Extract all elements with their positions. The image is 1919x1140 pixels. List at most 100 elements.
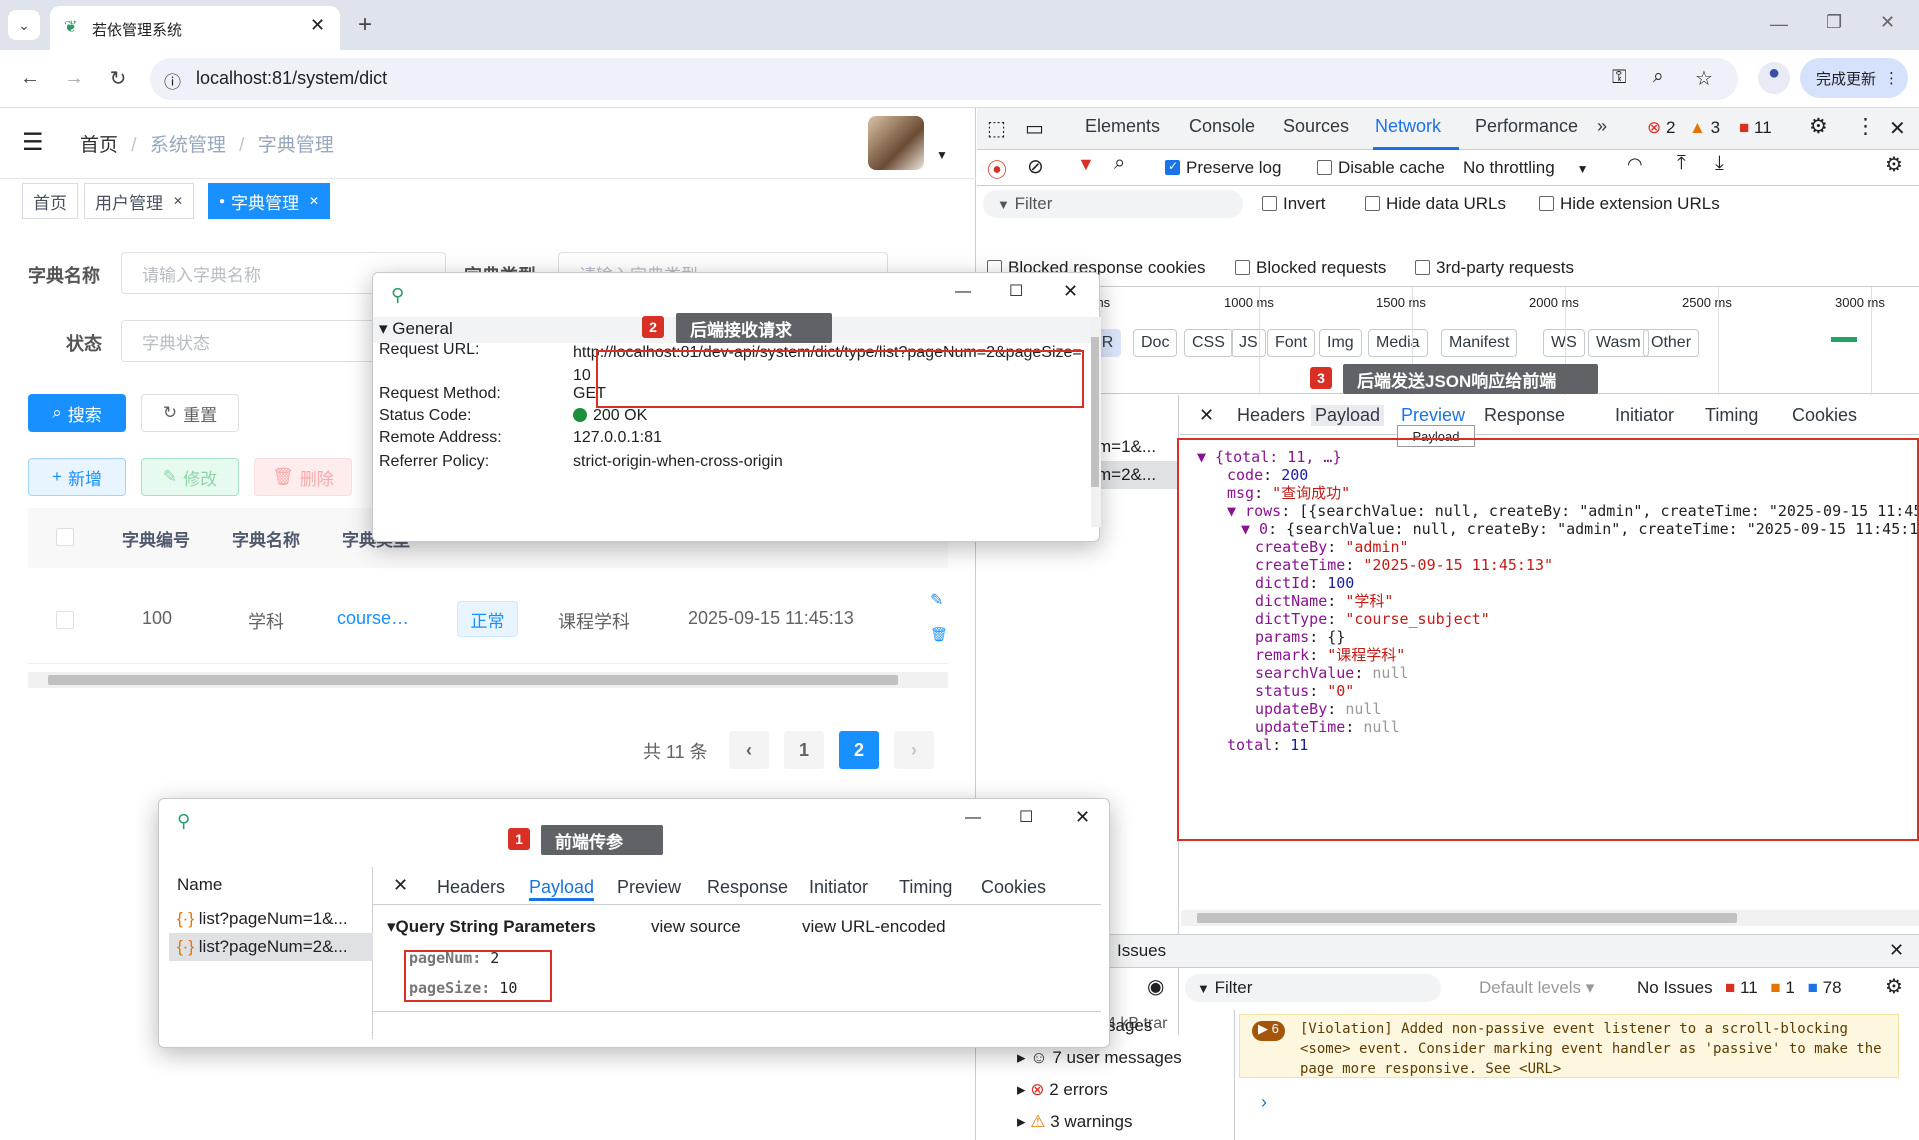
key-icon[interactable]: ⚿ [1612,67,1626,89]
sidebar-errors[interactable]: ▸ ⊗ 2 errors [1017,1080,1108,1100]
tag-home[interactable]: 首页 [22,183,78,219]
select-all-checkbox[interactable] [56,528,74,546]
import-icon[interactable]: ⤒ [1677,152,1686,175]
tag-close-icon[interactable]: ✕ [173,194,183,208]
pin-icon[interactable]: ⚲ [177,811,190,832]
win-close-icon[interactable]: ✕ [1075,807,1090,828]
sidebar-user-messages[interactable]: ▸ ☺ 7 user messages [1017,1048,1182,1068]
caret-down-icon[interactable]: ▼ [936,148,948,162]
no-issues[interactable]: No Issues [1637,978,1713,998]
reload-icon[interactable]: ↻ [102,62,134,94]
forward-icon[interactable]: → [58,62,90,94]
export-icon[interactable]: ⤓ [1715,152,1724,175]
console-prompt-icon[interactable]: › [1261,1092,1267,1113]
tab-close-icon[interactable]: ✕ [310,15,325,36]
detail-tab-timing[interactable]: Timing [1705,405,1758,426]
tab-elements[interactable]: Elements [1085,116,1160,137]
network-settings-icon[interactable]: ⚙ [1885,152,1903,177]
search-icon[interactable]: ⌕ [1114,152,1125,175]
detail-tab-payload[interactable]: Payload [529,877,595,901]
device-toggle-icon[interactable]: ▭ [1025,116,1044,141]
sidebar-messages[interactable]: sages [1107,1016,1152,1036]
page-2-button[interactable]: 2 [839,731,879,769]
window-close-icon[interactable]: ✕ [1880,12,1895,33]
request-row[interactable]: {·} list?pageNum=1&... [169,905,373,933]
wifi-icon[interactable]: ◠ [1627,154,1643,175]
view-url-encoded-link[interactable]: view URL-encoded [802,917,946,937]
detail-tab-preview[interactable]: Preview [617,877,681,898]
blocked-requests-checkbox[interactable]: Blocked requests [1235,258,1386,278]
console-settings-icon[interactable]: ⚙ [1885,974,1903,999]
tag-dict[interactable]: ● 字典管理 ✕ [208,183,331,219]
breadcrumb-home[interactable]: 首页 [80,135,118,156]
tag-close-icon[interactable]: ✕ [309,194,319,208]
query-section-header[interactable]: ▾Query String Parameters [387,917,596,937]
detail-tab-headers[interactable]: Headers [437,877,505,898]
table-scrollbar[interactable] [28,672,948,688]
warning-count[interactable]: ▲ 3 [1689,118,1720,138]
new-tab-icon[interactable]: + [350,10,380,40]
detail-tab-initiator[interactable]: Initiator [809,877,868,898]
search-button[interactable]: ⌕ 搜索 [28,394,126,432]
page-1-button[interactable]: 1 [784,731,824,769]
detail-tab-cookies[interactable]: Cookies [1792,405,1857,426]
detail-tab-payload[interactable]: Payload [1311,405,1385,426]
profile-avatar[interactable]: ● [1758,62,1790,94]
inspect-icon[interactable]: ⬚ [987,116,1006,141]
detail-tab-response[interactable]: Response [1484,405,1565,426]
issue-count[interactable]: ■ 11 [1739,118,1772,138]
reset-button[interactable]: ↻ 重置 [141,394,239,432]
win-minimize-icon[interactable]: — [965,809,981,827]
tab-sources[interactable]: Sources [1283,116,1349,137]
preview-scrollbar[interactable] [1181,910,1919,926]
detail-close-icon[interactable]: ✕ [1199,405,1214,426]
win-close-icon[interactable]: ✕ [1063,281,1078,302]
tab-performance[interactable]: Performance [1475,116,1578,137]
next-page-button[interactable]: › [894,731,934,769]
issue-counts[interactable]: ■ 11 ■ 1 ■ 78 [1725,978,1842,998]
win-maximize-icon[interactable]: ☐ [1019,807,1033,827]
bookmark-star-icon[interactable]: ☆ [1695,66,1713,91]
tab-network[interactable]: Network [1375,116,1441,137]
throttle-select[interactable]: No throttling ▼ [1463,158,1589,178]
browser-tab[interactable]: ❦ 若依管理系统 ✕ [50,6,340,50]
console-filter-input[interactable]: ▼ Filter [1185,974,1441,1002]
breadcrumb-system[interactable]: 系统管理 [150,135,226,156]
detail-tab-headers[interactable]: Headers [1237,405,1305,426]
win-scrollbar[interactable] [1091,317,1101,527]
row-checkbox[interactable] [56,611,74,629]
detail-tab-response[interactable]: Response [707,877,788,898]
row-edit-icon[interactable]: ✎ [930,590,943,610]
hamburger-icon[interactable]: ☰ [22,128,44,157]
devtools-close-icon[interactable]: ✕ [1889,116,1906,141]
detail-tab-cookies[interactable]: Cookies [981,877,1046,898]
minimize-icon[interactable]: — [1770,14,1788,35]
back-icon[interactable]: ← [14,62,46,94]
detail-close-icon[interactable]: ✕ [393,875,408,896]
drawer-tab-issues[interactable]: Issues [1117,941,1166,961]
detail-tab-initiator[interactable]: Initiator [1615,405,1674,426]
delete-button[interactable]: 🗑 删除 [254,458,352,496]
levels-select[interactable]: Default levels ▾ [1479,978,1594,998]
win-minimize-icon[interactable]: — [955,283,971,301]
prev-page-button[interactable]: ‹ [729,731,769,769]
drawer-close-icon[interactable]: ✕ [1889,940,1904,961]
tab-search-chevron-icon[interactable]: ⌄ [8,10,40,40]
clear-icon[interactable]: ⊘ [1027,154,1044,179]
violation-message[interactable]: ▶ 6 [Violation] Added non-passive event … [1239,1014,1899,1078]
cell-type-link[interactable]: course… [337,608,409,629]
invert-checkbox[interactable]: Invert [1262,194,1326,214]
win-maximize-icon[interactable]: ☐ [1009,281,1023,301]
tab-console[interactable]: Console [1189,116,1255,137]
eye-icon[interactable]: ◉ [1147,974,1164,999]
devtools-menu-icon[interactable]: ⋮ [1855,114,1876,139]
preserve-log-checkbox[interactable]: Preserve log [1165,158,1281,178]
hide-extension-urls-checkbox[interactable]: Hide extension URLs [1539,194,1720,214]
omnibox[interactable]: ⓘ localhost:81/system/dict ⚿ ⌕ ☆ [150,58,1738,100]
site-info-icon[interactable]: ⓘ [164,68,181,93]
scroll-thumb[interactable] [48,675,898,685]
record-stop-icon[interactable]: ⦿ [987,154,1007,183]
row-delete-icon[interactable]: 🗑 [930,626,948,643]
detail-tab-timing[interactable]: Timing [899,877,952,898]
disable-cache-checkbox[interactable]: Disable cache [1317,158,1445,178]
